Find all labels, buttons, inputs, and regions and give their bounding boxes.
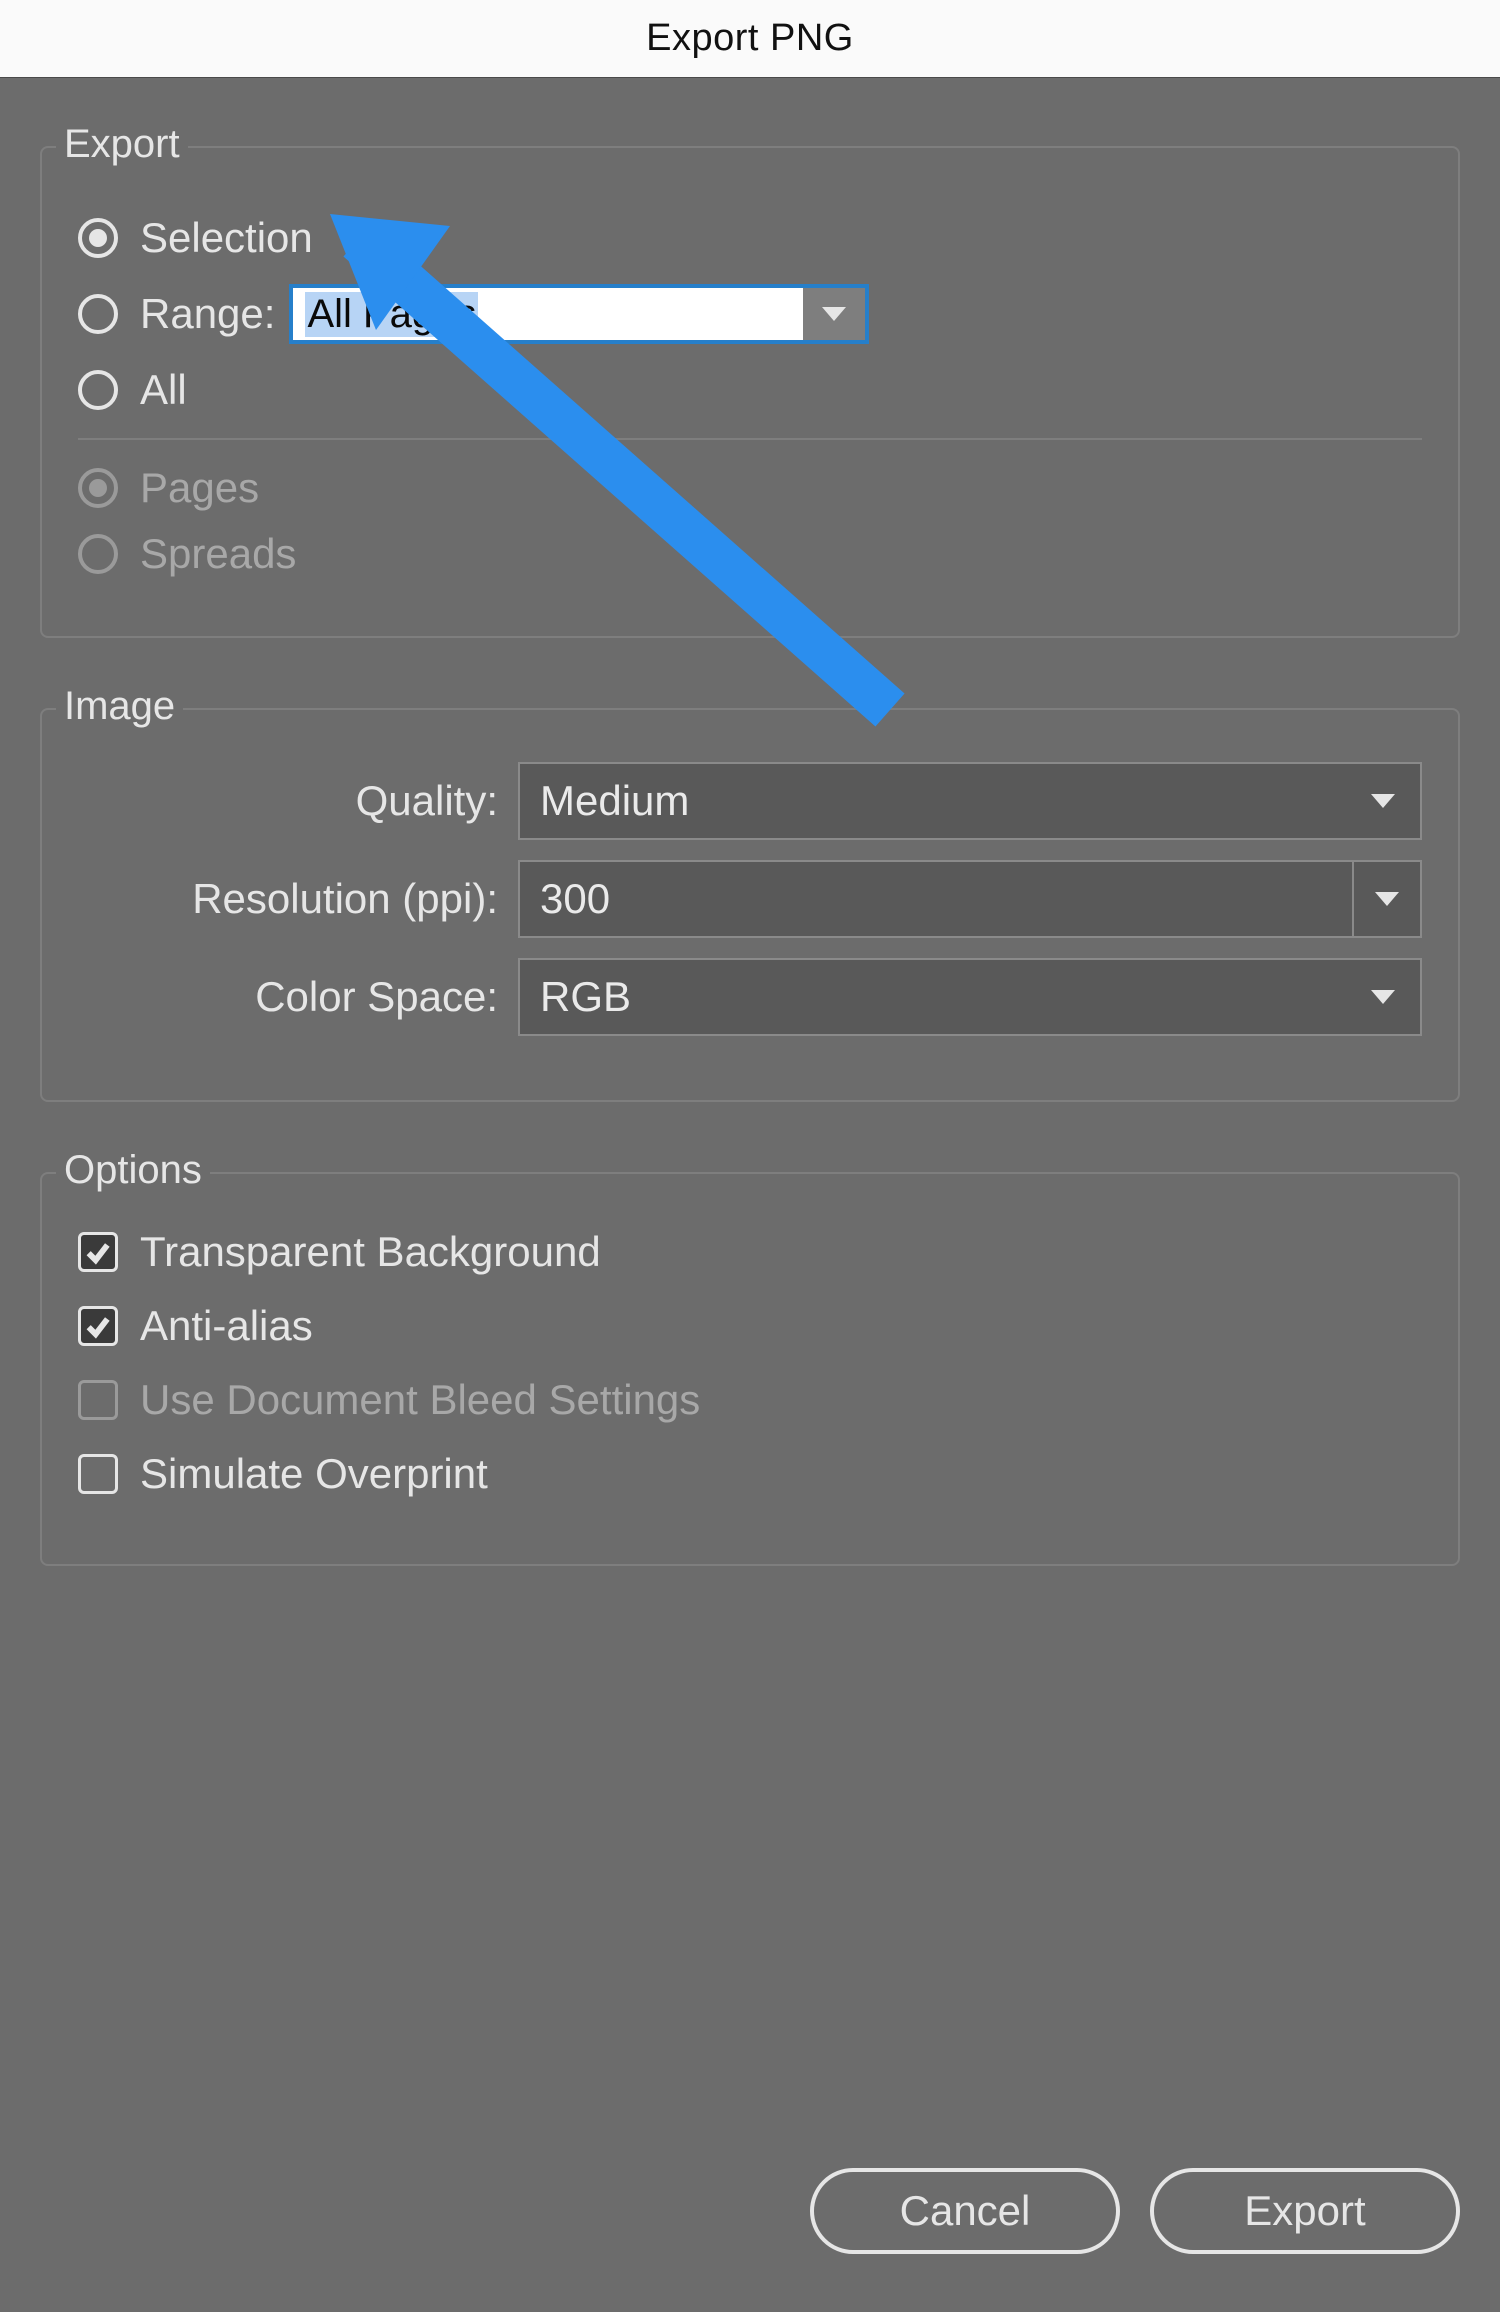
- resolution-combobox[interactable]: 300: [518, 860, 1422, 938]
- radio-selection[interactable]: [78, 218, 118, 258]
- checkbox-row-transparent[interactable]: Transparent Background: [78, 1224, 1422, 1280]
- quality-dropdown[interactable]: Medium: [518, 762, 1422, 840]
- range-value: All Pages: [305, 292, 478, 337]
- check-icon: [84, 1238, 112, 1266]
- divider: [78, 438, 1422, 440]
- radio-pages: [78, 468, 118, 508]
- quality-dropdown-button[interactable]: [1366, 794, 1400, 808]
- export-legend: Export: [56, 122, 188, 167]
- resolution-dropdown-button[interactable]: [1352, 860, 1422, 938]
- radio-selection-label: Selection: [140, 214, 313, 262]
- antialias-label: Anti-alias: [140, 1302, 313, 1350]
- checkbox-row-bleed: Use Document Bleed Settings: [78, 1372, 1422, 1428]
- colorspace-dropdown[interactable]: RGB: [518, 958, 1422, 1036]
- resolution-label: Resolution (ppi):: [78, 875, 518, 923]
- image-fieldset: Image Quality: Medium Resolution (ppi): …: [40, 708, 1460, 1102]
- checkbox-row-antialias[interactable]: Anti-alias: [78, 1298, 1422, 1354]
- transparent-bg-label: Transparent Background: [140, 1228, 601, 1276]
- quality-value: Medium: [540, 777, 689, 825]
- radio-row-pages: Pages: [78, 460, 1422, 516]
- cancel-button-label: Cancel: [900, 2187, 1031, 2235]
- chevron-down-icon: [1375, 892, 1399, 906]
- checkbox-antialias[interactable]: [78, 1306, 118, 1346]
- checkbox-bleed: [78, 1380, 118, 1420]
- colorspace-dropdown-button[interactable]: [1366, 990, 1400, 1004]
- radio-row-selection[interactable]: Selection: [78, 210, 1422, 266]
- radio-all[interactable]: [78, 370, 118, 410]
- radio-row-all[interactable]: All: [78, 362, 1422, 418]
- window-title: Export PNG: [646, 17, 854, 60]
- quality-row: Quality: Medium: [78, 762, 1422, 840]
- export-button[interactable]: Export: [1150, 2168, 1460, 2254]
- radio-all-label: All: [140, 366, 187, 414]
- dialog-body: Export Selection Range: All Pages: [0, 78, 1500, 2312]
- titlebar: Export PNG: [0, 0, 1500, 78]
- checkbox-overprint[interactable]: [78, 1454, 118, 1494]
- options-fieldset: Options Transparent Background Anti-alia…: [40, 1172, 1460, 1566]
- quality-label: Quality:: [78, 777, 518, 825]
- radio-spreads-label: Spreads: [140, 530, 296, 578]
- resolution-value: 300: [540, 875, 610, 923]
- export-fieldset: Export Selection Range: All Pages: [40, 146, 1460, 638]
- chevron-down-icon: [1371, 794, 1395, 808]
- radio-pages-label: Pages: [140, 464, 259, 512]
- radio-range[interactable]: [78, 294, 118, 334]
- image-legend: Image: [56, 684, 183, 729]
- radio-spreads: [78, 534, 118, 574]
- colorspace-label: Color Space:: [78, 973, 518, 1021]
- bleed-label: Use Document Bleed Settings: [140, 1376, 700, 1424]
- overprint-label: Simulate Overprint: [140, 1450, 488, 1498]
- checkbox-row-overprint[interactable]: Simulate Overprint: [78, 1446, 1422, 1502]
- chevron-down-icon: [822, 307, 846, 321]
- check-icon: [84, 1312, 112, 1340]
- checkbox-transparent-bg[interactable]: [78, 1232, 118, 1272]
- radio-range-label: Range:: [140, 290, 275, 338]
- cancel-button[interactable]: Cancel: [810, 2168, 1120, 2254]
- export-button-label: Export: [1244, 2187, 1365, 2235]
- range-combobox[interactable]: All Pages: [289, 284, 869, 344]
- options-legend: Options: [56, 1148, 210, 1193]
- footer: Cancel Export: [40, 2168, 1460, 2254]
- resolution-row: Resolution (ppi): 300: [78, 860, 1422, 938]
- colorspace-row: Color Space: RGB: [78, 958, 1422, 1036]
- export-png-dialog: Export PNG Export Selection Range: All P…: [0, 0, 1500, 2312]
- range-field[interactable]: All Pages: [293, 288, 803, 340]
- radio-row-spreads: Spreads: [78, 526, 1422, 582]
- range-dropdown-button[interactable]: [803, 288, 865, 340]
- resolution-input[interactable]: 300: [518, 860, 1352, 938]
- colorspace-value: RGB: [540, 973, 631, 1021]
- radio-row-range[interactable]: Range: All Pages: [78, 284, 1422, 344]
- chevron-down-icon: [1371, 990, 1395, 1004]
